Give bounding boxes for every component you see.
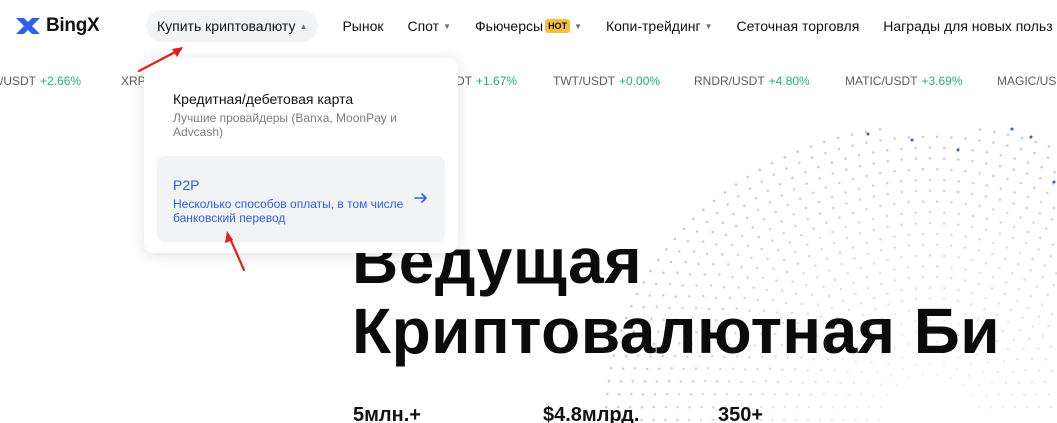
ticker-change: +2.66%: [40, 74, 82, 88]
ticker-change: +1.67%: [476, 74, 518, 88]
nav-new-user-rewards[interactable]: Награды для новых польз: [883, 10, 1052, 42]
logo[interactable]: BingX: [15, 13, 100, 39]
nav-buy-crypto[interactable]: Купить криптовалюту ▲: [146, 10, 319, 42]
nav-market[interactable]: Рынок: [342, 10, 383, 42]
stat-assets: 350+: [718, 404, 764, 423]
ticker-pair: XRP: [121, 74, 146, 88]
hot-badge: HOT: [545, 19, 571, 33]
arrow-right-icon: [414, 193, 427, 203]
ticker-change: +3.69%: [921, 74, 963, 88]
ticker-item[interactable]: MAGIC/USI: [997, 74, 1057, 88]
nav-futures-label: Фьючерсы: [475, 18, 544, 34]
nav-grid-trading[interactable]: Сеточная торговля: [737, 10, 860, 42]
nav-grid-trading-label: Сеточная торговля: [736, 18, 860, 34]
caret-down-icon: ▼: [443, 21, 451, 31]
ticker-item[interactable]: MATIC/USDT +3.69%: [845, 74, 963, 88]
buy-crypto-dropdown: Кредитная/дебетовая карта Лучшие провайд…: [144, 58, 458, 253]
hero-title-line2: Криптовалютная Би: [352, 295, 1001, 367]
stat-users: 5млн.+: [353, 404, 421, 423]
bingx-x-logo-icon: [16, 18, 40, 34]
dropdown-item-title: Кредитная/дебетовая карта: [173, 91, 354, 107]
ticker-item[interactable]: /USDT +2.66%: [0, 74, 81, 88]
dropdown-item-description: Лучшие провайдеры (Banxa, MoonPay и Advc…: [173, 111, 397, 139]
dropdown-item-p2p[interactable]: P2P Несколько способов оплаты, в том чис…: [157, 156, 445, 242]
ticker-item[interactable]: DT +1.67%: [456, 74, 517, 88]
ticker-change: +0.00%: [619, 74, 661, 88]
page: BingX Купить криптовалюту ▲ Рынок Спот ▼…: [0, 0, 1057, 423]
caret-down-icon: ▼: [704, 21, 713, 31]
caret-down-icon: ▼: [574, 21, 582, 31]
nav-spot[interactable]: Спот ▼: [407, 10, 451, 42]
nav-futures[interactable]: Фьючерсы HOT ▼: [475, 10, 582, 42]
dropdown-item-title: P2P: [173, 177, 200, 193]
main-nav: Купить криптовалюту ▲ Рынок Спот ▼ Фьюче…: [146, 10, 1053, 42]
dropdown-item-description: Несколько способов оплаты, в том числе б…: [173, 197, 404, 225]
ticker-pair: /USDT: [0, 74, 36, 88]
stat-volume: $4.8млрд.: [543, 404, 640, 423]
nav-copy-trading[interactable]: Копи-трейдинг ▼: [606, 10, 713, 42]
header: BingX Купить криптовалюту ▲ Рынок Спот ▼…: [0, 0, 1057, 52]
ticker-pair: MATIC/USDT: [845, 74, 918, 88]
ticker-item[interactable]: RNDR/USDT +4.80%: [694, 74, 810, 88]
ticker-pair: MAGIC/USI: [997, 74, 1057, 88]
nav-buy-crypto-label: Купить криптовалюту: [157, 18, 296, 34]
nav-new-user-rewards-label: Награды для новых польз: [883, 18, 1053, 34]
ticker-pair: DT: [456, 74, 472, 88]
nav-market-label: Рынок: [342, 18, 384, 34]
ticker-change: +4.80%: [768, 74, 810, 88]
logo-text: BingX: [46, 15, 100, 36]
ticker-item[interactable]: TWT/USDT +0.00%: [553, 74, 660, 88]
nav-spot-label: Спот: [407, 18, 440, 34]
dropdown-item-card[interactable]: Кредитная/дебетовая карта Лучшие провайд…: [157, 80, 445, 166]
ticker-pair: TWT/USDT: [553, 74, 615, 88]
caret-up-icon: ▲: [299, 21, 308, 31]
ticker-pair: RNDR/USDT: [694, 74, 765, 88]
nav-copy-trading-label: Копи-трейдинг: [605, 18, 701, 34]
